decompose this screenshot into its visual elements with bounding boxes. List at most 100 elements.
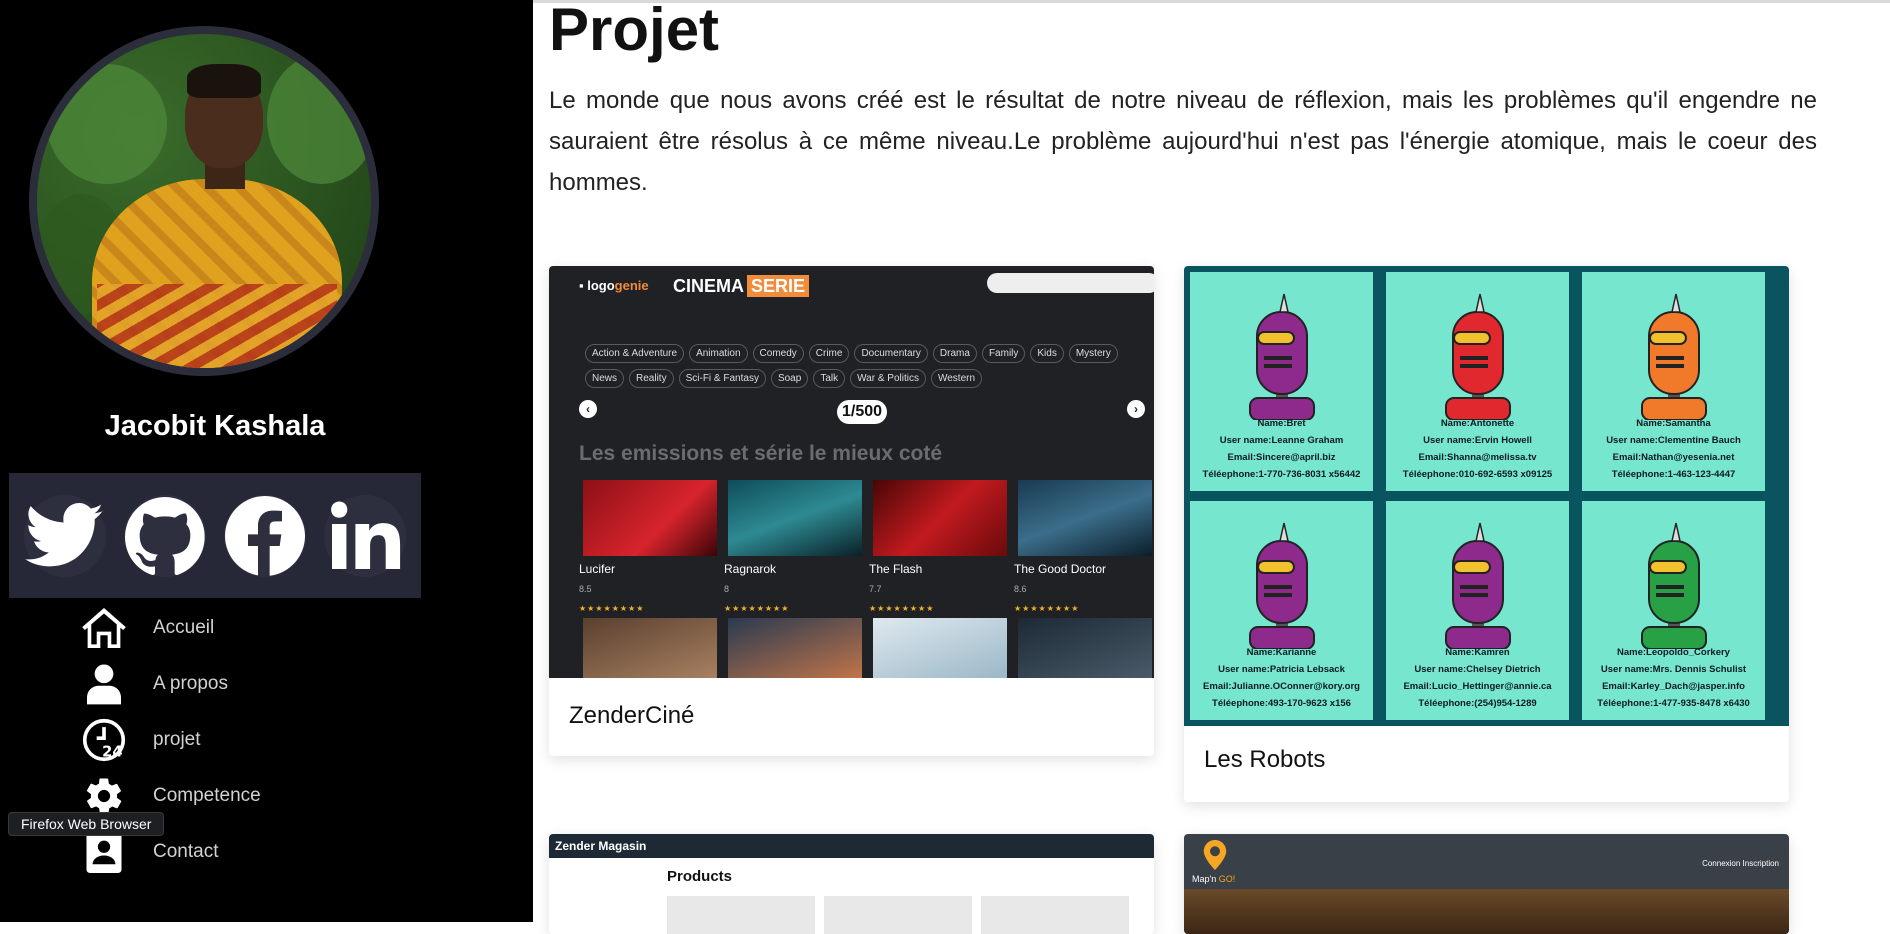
github-link[interactable] (124, 494, 206, 577)
genre-chip: Drama (932, 344, 977, 363)
products-heading: Products (667, 868, 733, 885)
robots-grid: Name:Bret User name:Leanne Graham Email:Si… (1190, 272, 1783, 720)
rating-stars: ★★★★★★★★ (869, 604, 935, 613)
robot-name: Name:Leopoldo_Corkery (1617, 647, 1730, 658)
zendercine-thumbnail: ▪ logogenie CINEMA SERIE Action & Adventu… (549, 266, 1154, 678)
robot-username: User name:Chelsey Dietrich (1414, 664, 1541, 675)
robot-username: User name:Leanne Graham (1219, 435, 1344, 446)
robot-phone: Téléephone:493-170-9623 x156 (1212, 698, 1351, 709)
genre-list: Action & Adventure Animation Comedy Crime Do… (585, 344, 1145, 388)
logogenie-logo: ▪ logogenie (579, 278, 649, 293)
genre-chip: War & Politics (850, 369, 926, 388)
cinema-serie-brand: CINEMA SERIE (673, 275, 810, 297)
genre-chip: Animation (689, 344, 748, 363)
robot-username: User name:Mrs. Dennis Schulist (1600, 664, 1747, 675)
robot-email: Email:Julianne.OConner@kory.org (1203, 681, 1360, 692)
prev-arrow-icon: ‹ (579, 400, 597, 418)
facebook-icon (225, 495, 305, 576)
mapngo-thumbnail: Map'n GO! Connexion Inscription (1184, 834, 1789, 934)
mapngo-links: Connexion Inscription (1702, 859, 1779, 868)
github-icon (125, 496, 205, 575)
clock-24-icon: 24 (80, 716, 128, 764)
tooltip: Firefox Web Browser (8, 812, 165, 836)
robot-info: Name:Leopoldo_Corkery User name:Mrs. Denn… (1582, 644, 1765, 712)
linkedin-link[interactable] (324, 494, 406, 577)
genre-chip: Family (981, 344, 1026, 363)
nav-label-contact: Contact (153, 841, 219, 862)
robot-info: Name:Antonette User name:Ervin Howell Emai… (1386, 415, 1569, 483)
genre-chip: Kids (1030, 344, 1064, 363)
genre-chip: Sci-Fi & Fantasy (678, 369, 766, 388)
robot-phone: Téléephone:1-770-736-8031 x56442 (1202, 469, 1361, 480)
robot-name: Name:Bret (1257, 418, 1306, 429)
robot-icon (1444, 293, 1511, 420)
poster-good-doctor (1018, 480, 1152, 556)
genre-chip: Soap (770, 369, 809, 388)
robot-name: Name:Kamren (1445, 647, 1510, 658)
svg-text:24: 24 (102, 744, 122, 761)
page-title: Projet (549, 0, 720, 63)
robot-card: Name:Bret User name:Leanne Graham Email:Si… (1190, 272, 1373, 491)
project-title: ZenderCiné (569, 702, 695, 729)
robots-thumbnail: Name:Bret User name:Leanne Graham Email:Si… (1184, 266, 1789, 726)
genre-chip: Crime (808, 344, 850, 363)
project-card-zendercine[interactable]: ▪ logogenie CINEMA SERIE Action & Adventu… (549, 266, 1154, 756)
thumb-search-bar (987, 273, 1154, 293)
show-score: 8.6 (1014, 584, 1027, 594)
robot-info: Name:Bret User name:Leanne Graham Email:Si… (1190, 415, 1373, 483)
robot-username: User name:Ervin Howell (1423, 435, 1532, 446)
main-content: Projet Le monde que nous avons créé est … (549, 0, 1819, 203)
show-score: 7.7 (869, 584, 882, 594)
linkedin-icon (331, 501, 401, 569)
robot-info: Name:Samantha User name:Clementine Bauch E… (1582, 415, 1765, 483)
robot-phone: Téléephone:1-477-935-8478 x6430 (1597, 698, 1750, 709)
mapngo-hero (1184, 889, 1789, 934)
robot-name: Name:Antonette (1440, 418, 1515, 429)
project-card-mapngo[interactable]: Map'n GO! Connexion Inscription (1184, 834, 1789, 934)
genre-chip: Documentary (854, 344, 928, 363)
profile-photo (29, 26, 379, 376)
show-title: The Flash (869, 562, 923, 576)
robot-email: Email:Lucio_Hettinger@annie.ca (1403, 681, 1552, 692)
robot-email: Email:Nathan@yesenia.net (1612, 452, 1735, 463)
genre-chip: Mystery (1068, 344, 1118, 363)
robot-username: User name:Clementine Bauch (1606, 435, 1741, 446)
robot-card: Name:Antonette User name:Ervin Howell Emai… (1386, 272, 1569, 491)
robot-username: User name:Patricia Lebsack (1218, 664, 1345, 675)
facebook-link[interactable] (224, 494, 306, 577)
poster (873, 618, 1007, 678)
twitter-icon (25, 502, 104, 566)
rating-stars: ★★★★★★★★ (1014, 604, 1080, 613)
pager: 1/500 (837, 400, 887, 424)
poster-lucifer (583, 480, 717, 556)
poster (1018, 618, 1152, 678)
robot-icon (1248, 522, 1315, 649)
robot-icon (1444, 522, 1511, 649)
nav-item-accueil[interactable]: Accueil (80, 600, 261, 656)
robot-card: Name:Kamren User name:Chelsey Dietrich Ema… (1386, 501, 1569, 720)
genre-chip: Talk (813, 369, 846, 388)
product-thumb (667, 896, 815, 934)
genre-chip: News (585, 369, 625, 388)
show-title: The Good Doctor (1014, 562, 1107, 576)
robot-name: Name:Samantha (1636, 418, 1711, 429)
robot-info: Name:Karianne User name:Patricia Lebsack E… (1190, 644, 1373, 712)
nav-label-accueil: Accueil (153, 617, 215, 638)
nav-item-projet[interactable]: 24 projet (80, 712, 261, 768)
poster (728, 618, 862, 678)
poster-ragnarok (728, 480, 862, 556)
nav-label-a-propos: A propos (153, 673, 228, 694)
project-card-zender-magasin[interactable]: Zender Magasin Products (549, 834, 1154, 934)
main-nav: Accueil A propos 24 projet Competence Co… (80, 600, 261, 880)
robot-info: Name:Kamren User name:Chelsey Dietrich Ema… (1386, 644, 1569, 712)
project-card-robots[interactable]: Name:Bret User name:Leanne Graham Email:Si… (1184, 266, 1789, 802)
robot-card: Name:Samantha User name:Clementine Bauch E… (1582, 272, 1765, 491)
mapngo-brand: Map'n GO! (1192, 874, 1236, 884)
intro-text: Le monde que nous avons créé est le résu… (549, 87, 1817, 196)
project-title: Les Robots (1204, 746, 1326, 773)
robot-phone: Téléephone:(254)954-1289 (1418, 698, 1537, 709)
twitter-link[interactable] (24, 494, 106, 577)
product-thumb (824, 896, 972, 934)
nav-item-a-propos[interactable]: A propos (80, 656, 261, 712)
nav-label-projet: projet (153, 729, 201, 750)
